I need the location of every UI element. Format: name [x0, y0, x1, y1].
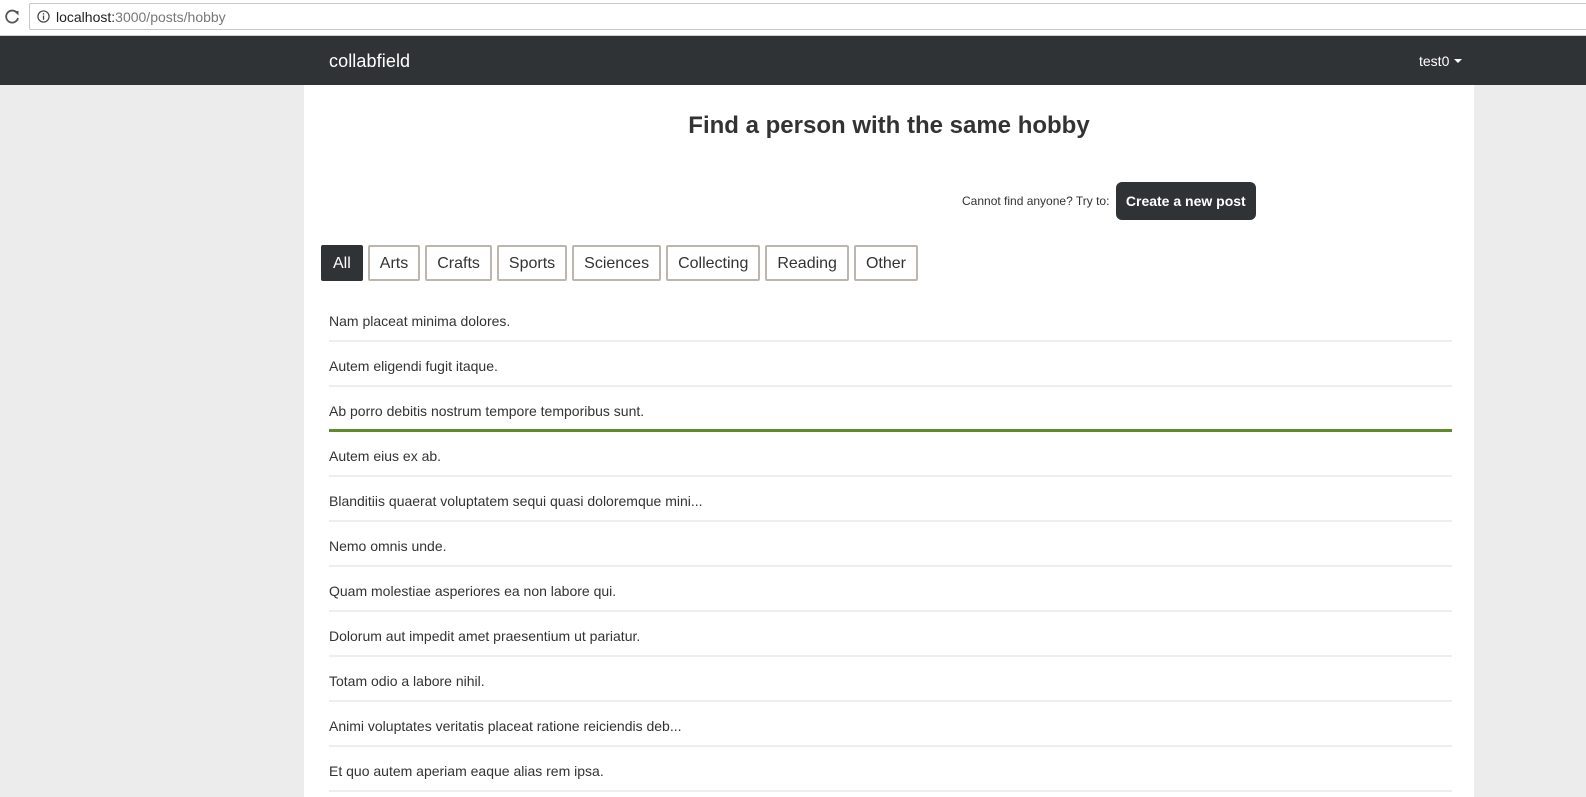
page-title: Find a person with the same hobby [688, 112, 1090, 139]
info-icon[interactable] [37, 10, 50, 23]
url-path: 3000/posts/hobby [115, 9, 226, 25]
category-tabs: All Arts Crafts Sports Sciences Collecti… [321, 245, 918, 281]
tab-sports[interactable]: Sports [496, 245, 568, 281]
tab-all[interactable]: All [321, 245, 363, 281]
post-item[interactable]: Ab porro debitis nostrum tempore tempori… [329, 387, 1452, 432]
post-item[interactable]: Dolorum aut impedit amet praesentium ut … [329, 612, 1452, 657]
tab-crafts[interactable]: Crafts [425, 245, 492, 281]
create-post-prompt: Cannot find anyone? Try to: Create a new… [962, 182, 1256, 220]
main-content: Find a person with the same hobby Cannot… [304, 85, 1474, 797]
top-navbar: collabfield test0 [0, 36, 1586, 85]
tab-collecting[interactable]: Collecting [666, 245, 761, 281]
post-item[interactable]: Animi voluptates veritatis placeat ratio… [329, 702, 1452, 747]
brand-link[interactable]: collabfield [329, 51, 410, 72]
post-item[interactable]: Nam placeat minima dolores. [329, 297, 1452, 342]
cta-text: Cannot find anyone? Try to: [962, 194, 1110, 208]
tab-arts[interactable]: Arts [367, 245, 421, 281]
reload-icon[interactable] [3, 8, 21, 26]
post-list: Nam placeat minima dolores. Autem eligen… [329, 297, 1452, 792]
address-bar[interactable]: localhost:3000/posts/hobby [29, 3, 1586, 30]
post-item[interactable]: Totam odio a labore nihil. [329, 657, 1452, 702]
post-item[interactable]: Et quo autem aperiam eaque alias rem ips… [329, 747, 1452, 792]
post-item[interactable]: Nemo omnis unde. [329, 522, 1452, 567]
tab-other[interactable]: Other [853, 245, 918, 281]
tab-reading[interactable]: Reading [765, 245, 849, 281]
create-post-button[interactable]: Create a new post [1115, 182, 1256, 220]
user-name: test0 [1419, 53, 1450, 69]
post-item[interactable]: Autem eius ex ab. [329, 432, 1452, 477]
tab-sciences[interactable]: Sciences [572, 245, 662, 281]
browser-toolbar: localhost:3000/posts/hobby [0, 0, 1586, 36]
post-item[interactable]: Quam molestiae asperiores ea non labore … [329, 567, 1452, 612]
post-item[interactable]: Blanditiis quaerat voluptatem sequi quas… [329, 477, 1452, 522]
caret-down-icon [1454, 59, 1463, 63]
url-host: localhost: [56, 9, 116, 25]
user-menu-toggle[interactable]: test0 [1419, 53, 1463, 69]
post-item[interactable]: Autem eligendi fugit itaque. [329, 342, 1452, 387]
url-text: localhost:3000/posts/hobby [56, 9, 226, 25]
